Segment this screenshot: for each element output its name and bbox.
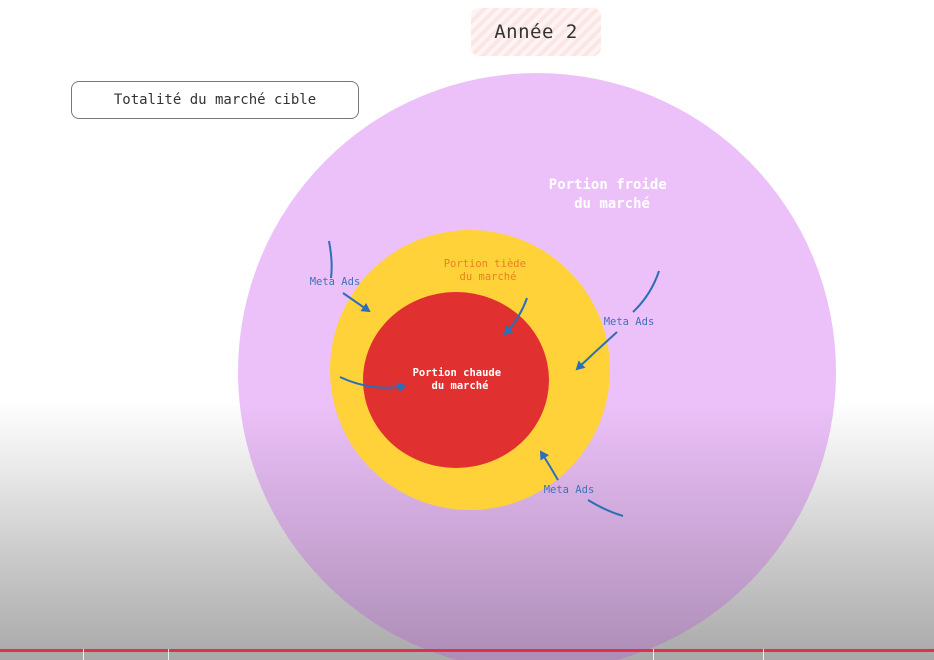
meta-ads-label-3: Meta Ads <box>544 484 595 496</box>
market-diagram: Portion froide du marché Portion tiède d… <box>238 73 836 660</box>
progress-tick <box>763 649 764 660</box>
progress-tick <box>168 649 169 660</box>
progress-tick <box>83 649 84 660</box>
meta-ads-label-1: Meta Ads <box>310 276 361 288</box>
progress-tick <box>653 649 654 660</box>
progress-bar[interactable] <box>0 649 934 652</box>
meta-ads-label-2: Meta Ads <box>604 316 655 328</box>
